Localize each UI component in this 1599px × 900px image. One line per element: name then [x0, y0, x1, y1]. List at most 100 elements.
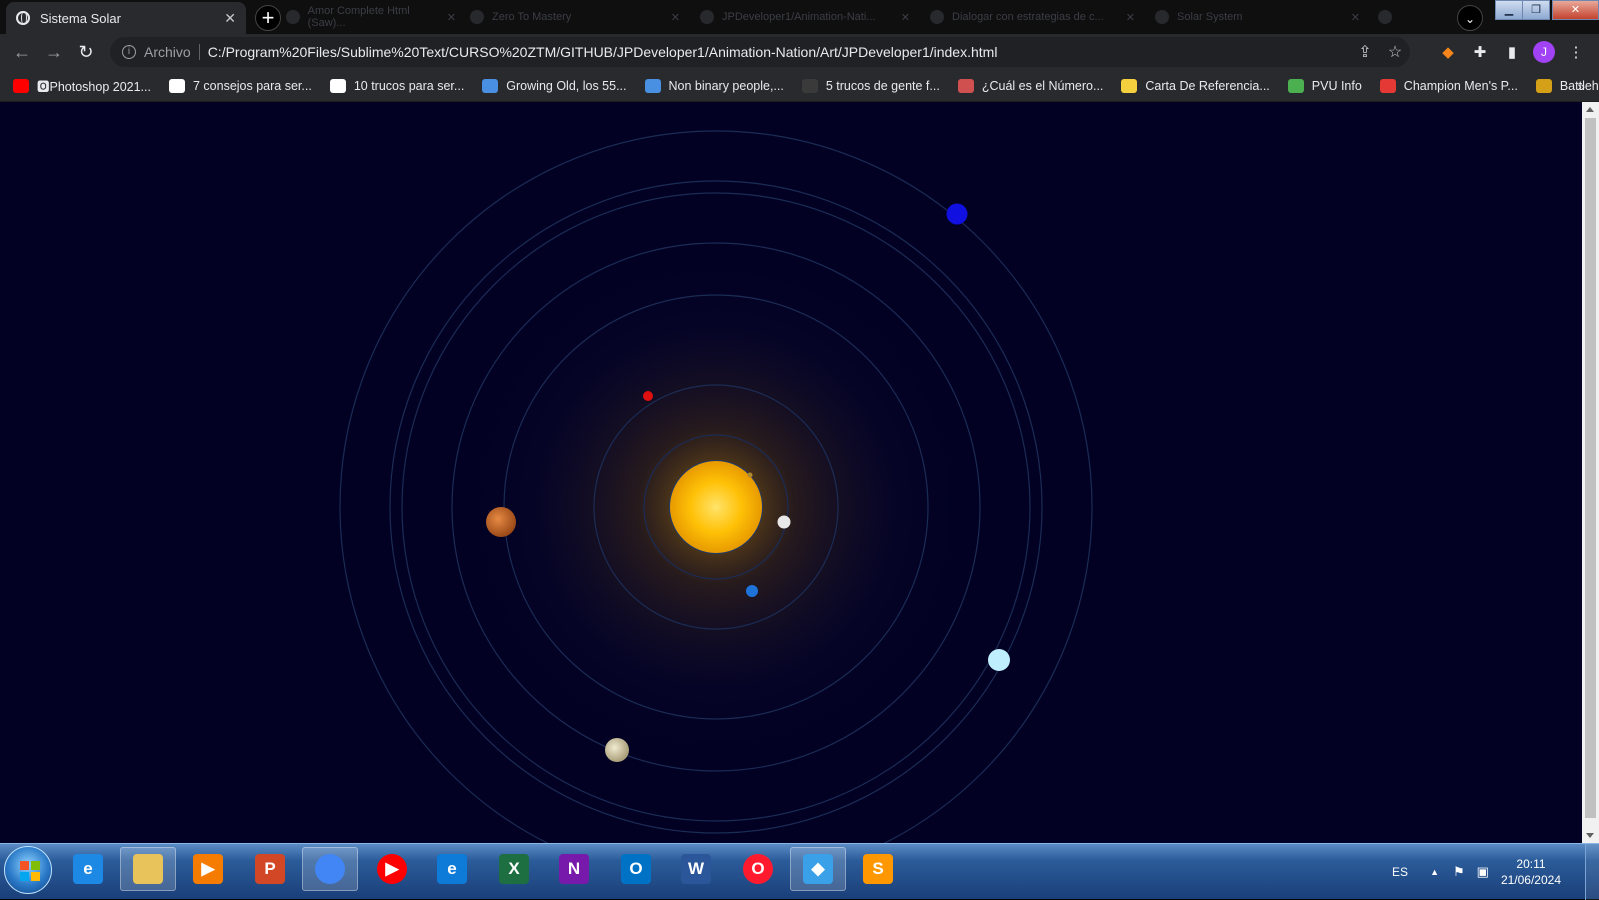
youtube-music-icon: ▶	[377, 854, 407, 884]
tab-background[interactable]: Amor Complete Html (Saw)... ✕	[286, 5, 456, 29]
powerpoint-icon: P	[255, 854, 285, 884]
globe-icon	[16, 11, 30, 25]
taskbar-app[interactable]: e	[424, 847, 480, 891]
windows-taskbar: e ▶ P ▶ e X N O W O ◆ S ES ▲ ⚑ ▣ 20:11 21/06/2024	[0, 843, 1599, 900]
planet-earth	[746, 585, 758, 597]
scroll-up-icon[interactable]	[1586, 107, 1594, 112]
bookmark-item[interactable]: 🅾Photoshop 2021...	[13, 76, 151, 95]
metamask-icon[interactable]: ◆	[1432, 43, 1464, 61]
scroll-down-icon[interactable]	[1586, 833, 1594, 838]
chrome-icon	[315, 854, 345, 884]
system-tray: ES ▲ ⚑ ▣ 20:11 21/06/2024	[1392, 844, 1599, 900]
close-window-button[interactable]: ✕	[1552, 0, 1599, 20]
start-button[interactable]	[4, 846, 52, 894]
tab-search-button[interactable]: ⌄	[1457, 5, 1483, 31]
bookmark-label: ¿Cuál es el Número...	[981, 78, 1104, 93]
close-tab-icon[interactable]: ✕	[1351, 11, 1360, 24]
bookmarks-bar: 🅾Photoshop 2021... 7 consejos para ser...…	[0, 70, 1599, 102]
tab-active[interactable]: Sistema Solar ✕	[6, 2, 246, 34]
tab-background[interactable]: Zero To Mastery ✕	[470, 6, 680, 28]
new-tab-button[interactable]: +	[255, 5, 281, 31]
taskbar-app[interactable]: ▶	[364, 847, 420, 891]
extensions-area: ◆ ✚ ▮ J ⋮	[1432, 34, 1592, 70]
puzzle-icon[interactable]: ✚	[1464, 43, 1496, 61]
minimize-button[interactable]: ▁	[1495, 0, 1523, 20]
taskbar-app[interactable]: O	[730, 847, 786, 891]
share-icon[interactable]: ⇪	[1350, 42, 1380, 62]
reload-button[interactable]: ↻	[70, 36, 102, 68]
maximize-button[interactable]: ❐	[1522, 0, 1550, 20]
forward-button[interactable]: →	[38, 36, 70, 68]
word-icon: W	[681, 854, 711, 884]
tab-background[interactable]	[1378, 6, 1408, 28]
tab-title: Sistema Solar	[40, 10, 121, 26]
bookmark-label: 🅾Photoshop 2021...	[37, 80, 151, 94]
info-icon[interactable]: i	[122, 45, 136, 59]
bookmark-item[interactable]: 5 trucos de gente f...	[801, 78, 940, 93]
show-hidden-icons-icon[interactable]: ▲	[1430, 867, 1439, 877]
taskbar-app[interactable]: ◆	[790, 847, 846, 891]
address-bar[interactable]: i Archivo C:/Program%20Files/Sublime%20T…	[110, 37, 1410, 67]
outlook-icon: O	[621, 854, 651, 884]
solar-system-svg	[339, 130, 1093, 843]
taskbar-app[interactable]: X	[486, 847, 542, 891]
taskbar-app[interactable]: ▶	[180, 847, 236, 891]
bookmark-item[interactable]: Carta De Referencia...	[1121, 78, 1270, 93]
clock[interactable]: 20:11 21/06/2024	[1501, 856, 1561, 888]
sublime-text-icon: S	[863, 854, 893, 884]
planet-uranus	[988, 649, 1010, 671]
solar-system-canvas	[0, 102, 1582, 843]
bookmark-item[interactable]: Champion Men's P...	[1379, 78, 1518, 93]
taskbar-app[interactable]: O	[608, 847, 664, 891]
bookmark-star-icon[interactable]: ☆	[1380, 42, 1410, 62]
clover-icon	[1287, 78, 1304, 93]
avatar[interactable]: J	[1533, 41, 1555, 63]
back-button[interactable]: ←	[6, 36, 38, 68]
url-text[interactable]: C:/Program%20Files/Sublime%20Text/CURSO%…	[208, 44, 998, 60]
more-bookmarks-button[interactable]: »	[1577, 78, 1585, 94]
close-tab-icon[interactable]: ✕	[224, 10, 236, 27]
taskbar-app[interactable]: e	[60, 847, 116, 891]
taskbar-app[interactable]: N	[546, 847, 602, 891]
action-center-flag-icon[interactable]: ⚑	[1453, 864, 1465, 880]
menu-icon[interactable]: ⋮	[1560, 43, 1592, 61]
taskbar-app[interactable]: P	[242, 847, 298, 891]
excel-icon: X	[499, 854, 529, 884]
tab-favicon-icon	[470, 10, 484, 24]
page-scrollbar[interactable]	[1582, 102, 1599, 843]
film-icon	[801, 78, 818, 93]
scroll-thumb[interactable]	[1585, 118, 1596, 818]
network-icon[interactable]: ▣	[1477, 864, 1489, 880]
taskbar-app[interactable]	[302, 847, 358, 891]
close-tab-icon[interactable]: ✕	[901, 11, 910, 24]
flag-ve-icon	[1121, 78, 1138, 93]
taskbar-app[interactable]: W	[668, 847, 724, 891]
gear-icon	[482, 78, 499, 93]
close-tab-icon[interactable]: ✕	[1126, 11, 1135, 24]
bookmark-item[interactable]: 10 trucos para ser...	[329, 78, 464, 93]
language-indicator[interactable]: ES	[1392, 865, 1408, 879]
taskbar-app[interactable]	[120, 847, 176, 891]
close-tab-icon[interactable]: ✕	[447, 11, 456, 24]
side-panel-icon[interactable]: ▮	[1496, 43, 1528, 61]
show-desktop-button[interactable]	[1585, 844, 1599, 900]
tab-background[interactable]: Dialogar con estrategias de c... ✕	[930, 6, 1135, 28]
internet-explorer-icon: e	[73, 854, 103, 884]
bookmark-item[interactable]: Battlehero	[1535, 78, 1599, 93]
tab-favicon-icon	[1378, 10, 1392, 24]
tab-background[interactable]: Solar System ✕	[1155, 6, 1360, 28]
bookmark-label: 7 consejos para ser...	[192, 78, 312, 93]
bookmark-item[interactable]: Non binary people,...	[644, 78, 784, 93]
tab-strip: Sistema Solar ✕ + Amor Complete Html (Sa…	[0, 0, 1599, 34]
taskbar-app[interactable]: S	[850, 847, 906, 891]
tab-favicon-icon	[286, 10, 300, 24]
close-tab-icon[interactable]: ✕	[671, 11, 680, 24]
bookmark-item[interactable]: PVU Info	[1287, 78, 1362, 93]
bookmark-item[interactable]: 7 consejos para ser...	[168, 78, 312, 93]
battle-icon	[1535, 78, 1552, 93]
bookmark-item[interactable]: Growing Old, los 55...	[482, 78, 627, 93]
tab-background[interactable]: JPDeveloper1/Animation-Nati... ✕	[700, 6, 910, 28]
tab-title: Solar System	[1177, 11, 1243, 23]
bookmark-item[interactable]: ¿Cuál es el Número...	[957, 78, 1104, 93]
star-icon	[1379, 78, 1396, 93]
